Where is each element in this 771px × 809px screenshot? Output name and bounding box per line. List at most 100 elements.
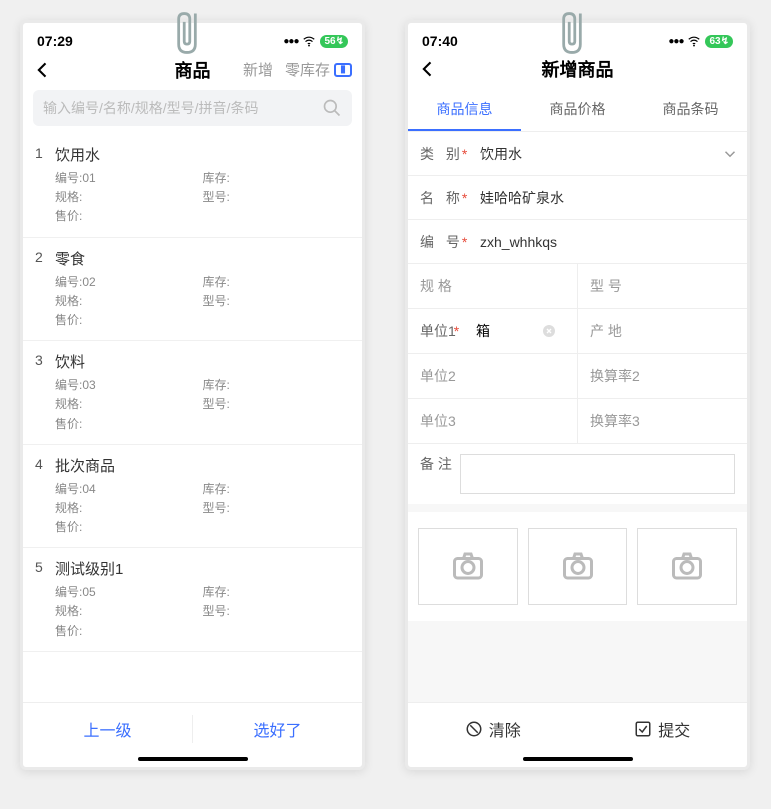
item-name: 批次商品: [55, 455, 350, 476]
photo-upload-2[interactable]: [528, 528, 628, 605]
item-code: 编号:01: [55, 169, 203, 188]
tab-product-price[interactable]: 商品价格: [521, 89, 634, 131]
status-time: 07:40: [422, 33, 458, 49]
submit-button[interactable]: 提交: [578, 703, 748, 755]
camera-icon: [450, 548, 486, 584]
page-title: 商品: [175, 57, 211, 83]
item-price: 售价:: [55, 622, 350, 641]
field-unit1[interactable]: 单位1* 箱: [408, 309, 577, 353]
clear-button[interactable]: 清除: [408, 703, 578, 755]
navbar: 新增商品: [408, 53, 747, 89]
list-item[interactable]: 4 批次商品 编号:04库存: 规格:型号: 售价:: [23, 445, 362, 549]
item-code: 编号:03: [55, 376, 203, 395]
label: 类 别*: [408, 144, 480, 164]
label: 编 号*: [408, 232, 480, 252]
bottom-bar: 上一级 选好了: [23, 702, 362, 755]
item-name: 测试级别1: [55, 558, 350, 579]
bottom-bar: 清除 提交: [408, 702, 747, 755]
chevron-down-icon: [721, 145, 739, 163]
phone-add-product: 07:40 ●●● 63↯ 新增商品 商品信息 商品价格 商品条码 类 别* 饮…: [405, 20, 750, 770]
item-price: 售价:: [55, 415, 350, 434]
item-code: 编号:05: [55, 583, 203, 602]
signal-icon: ●●●: [283, 36, 298, 47]
photo-upload-1[interactable]: [418, 528, 518, 605]
field-spec-model: 规 格 型 号: [408, 264, 747, 309]
prev-level-button[interactable]: 上一级: [23, 703, 192, 755]
item-stock: 库存:: [203, 376, 351, 395]
search-bar[interactable]: [33, 90, 352, 126]
item-price: 售价:: [55, 311, 350, 330]
item-stock: 库存:: [203, 480, 351, 499]
phone-product-list: 07:29 ●●● 56↯ 商品 新增 零库存 ▮: [20, 20, 365, 770]
product-form: 类 别* 饮用水 名 称* 娃哈哈矿泉水 编 号* zxh_whhkqs 规 格…: [408, 132, 747, 702]
item-spec: 规格:: [55, 395, 203, 414]
item-index: 1: [35, 144, 55, 227]
camera-icon: [669, 548, 705, 584]
home-indicator: [138, 757, 248, 761]
item-index: 4: [35, 455, 55, 538]
list-item[interactable]: 2 零食 编号:02库存: 规格:型号: 售价:: [23, 238, 362, 342]
item-model: 型号:: [203, 188, 351, 207]
tabs: 商品信息 商品价格 商品条码: [408, 89, 747, 132]
check-square-icon: [634, 720, 652, 738]
field-model[interactable]: 型 号: [577, 264, 747, 308]
battery-icon: 56↯: [320, 35, 348, 48]
field-unit1-origin: 单位1* 箱 产 地: [408, 309, 747, 354]
nav-zero-stock[interactable]: 零库存 ▮: [285, 59, 352, 80]
tab-product-barcode[interactable]: 商品条码: [634, 89, 747, 131]
item-spec: 规格:: [55, 602, 203, 621]
navbar: 商品 新增 零库存 ▮: [23, 53, 362, 90]
toggle-icon: ▮: [334, 63, 352, 77]
field-remark: 备 注: [408, 444, 747, 504]
clear-circle-icon: [465, 720, 483, 738]
field-rate2[interactable]: 换算率2: [577, 354, 747, 398]
list-item[interactable]: 5 测试级别1 编号:05库存: 规格:型号: 售价:: [23, 548, 362, 652]
item-name: 饮料: [55, 351, 350, 372]
item-stock: 库存:: [203, 273, 351, 292]
status-time: 07:29: [37, 33, 73, 49]
tab-product-info[interactable]: 商品信息: [408, 89, 521, 131]
back-icon[interactable]: [418, 59, 438, 79]
nav-add[interactable]: 新增: [243, 59, 273, 80]
item-model: 型号:: [203, 602, 351, 621]
remark-input[interactable]: [460, 454, 735, 494]
item-stock: 库存:: [203, 583, 351, 602]
wifi-icon: [687, 34, 701, 48]
field-unit2-rate2: 单位2 换算率2: [408, 354, 747, 399]
item-spec: 规格:: [55, 499, 203, 518]
item-model: 型号:: [203, 292, 351, 311]
clear-icon[interactable]: [541, 323, 557, 339]
list-item[interactable]: 1 饮用水 编号:01库存: 规格:型号: 售价:: [23, 134, 362, 238]
home-indicator: [523, 757, 633, 761]
item-index: 2: [35, 248, 55, 331]
field-name[interactable]: 名 称* 娃哈哈矿泉水: [408, 176, 747, 220]
photo-row: [408, 512, 747, 621]
item-index: 3: [35, 351, 55, 434]
item-index: 5: [35, 558, 55, 641]
item-name: 饮用水: [55, 144, 350, 165]
search-icon: [322, 98, 342, 118]
item-model: 型号:: [203, 395, 351, 414]
field-rate3[interactable]: 换算率3: [577, 399, 747, 443]
field-unit2[interactable]: 单位2: [408, 354, 577, 398]
item-model: 型号:: [203, 499, 351, 518]
paperclip-icon: [555, 8, 589, 58]
list-item[interactable]: 3 饮料 编号:03库存: 规格:型号: 售价:: [23, 341, 362, 445]
item-price: 售价:: [55, 518, 350, 537]
item-name: 零食: [55, 248, 350, 269]
back-icon[interactable]: [33, 60, 53, 80]
done-button[interactable]: 选好了: [193, 703, 362, 755]
photo-upload-3[interactable]: [637, 528, 737, 605]
signal-icon: ●●●: [668, 36, 683, 47]
field-code[interactable]: 编 号* zxh_whhkqs: [408, 220, 747, 264]
field-category[interactable]: 类 别* 饮用水: [408, 132, 747, 176]
field-unit3[interactable]: 单位3: [408, 399, 577, 443]
battery-icon: 63↯: [705, 35, 733, 48]
field-spec[interactable]: 规 格: [408, 264, 577, 308]
field-origin[interactable]: 产 地: [577, 309, 747, 353]
item-spec: 规格:: [55, 292, 203, 311]
paperclip-icon: [170, 8, 204, 58]
search-input[interactable]: [43, 100, 322, 116]
item-stock: 库存:: [203, 169, 351, 188]
page-title: 新增商品: [542, 56, 614, 82]
